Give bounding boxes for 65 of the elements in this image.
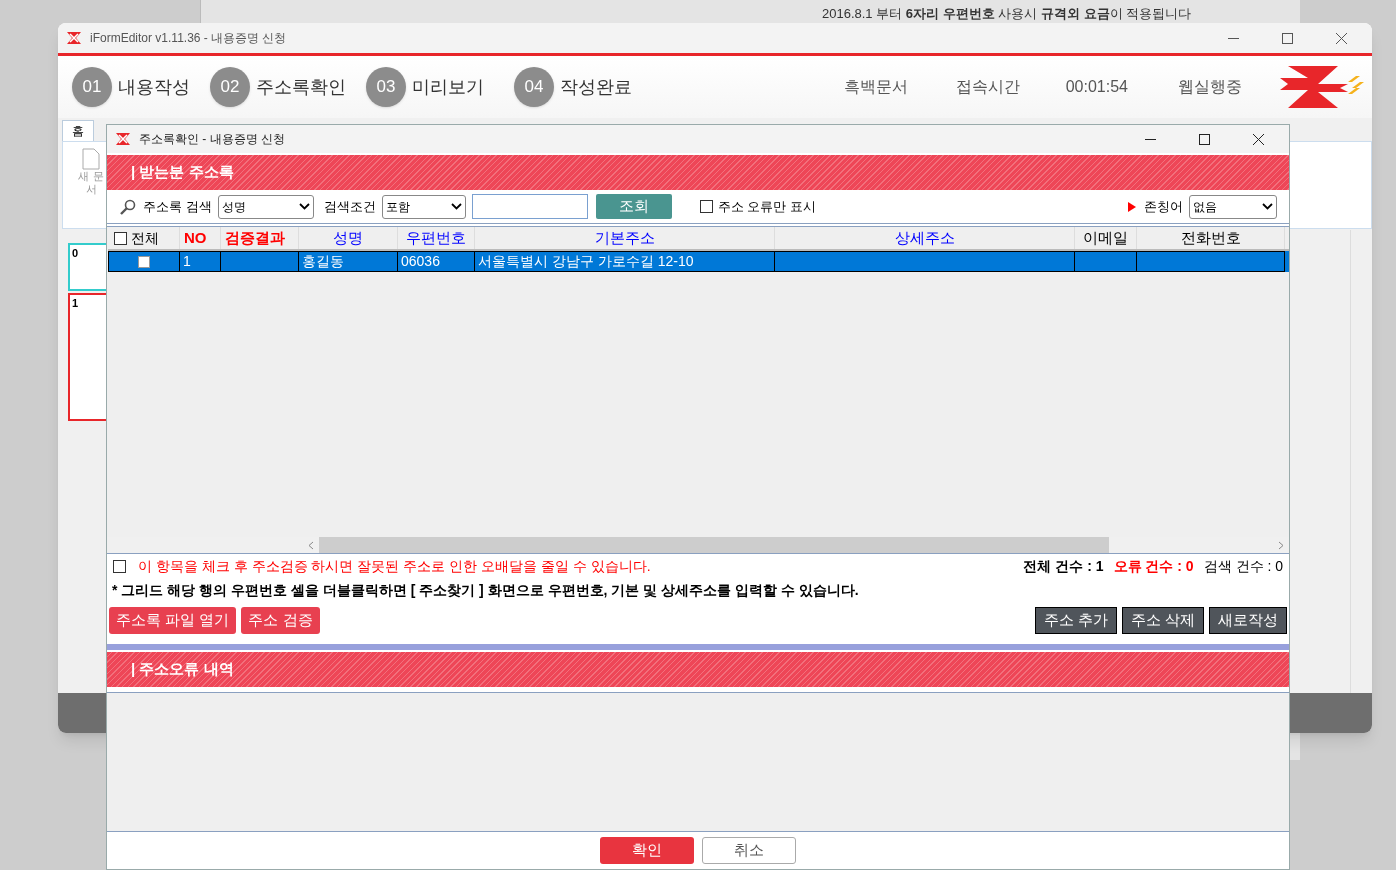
search-field[interactable] [471, 194, 588, 219]
help-text: * 그리드 해당 행의 우편번호 셀을 더블클릭하면 [ 주소찾기 ] 화면으로 우편번호, 기본 및 상세주소를 입력할 수 있습니다. [112, 580, 859, 600]
error-count: 오류 건수 : 0 [1113, 556, 1194, 576]
search-button[interactable]: 조회 [595, 194, 672, 219]
step-label: 내용작성 [118, 75, 190, 99]
dropdown[interactable]: 없음 [1189, 194, 1277, 219]
search-icon [119, 197, 137, 216]
status-text: 00:01:54 [1065, 77, 1128, 97]
chevron-down-icon[interactable] [1262, 203, 1273, 210]
step-badge: 04 [514, 67, 554, 107]
action-button[interactable]: 주소 추가 [1034, 606, 1117, 634]
step-badge: 01 [72, 67, 112, 107]
checkbox[interactable] [114, 231, 127, 245]
action-button[interactable]: 주소 검증 [241, 606, 320, 634]
dialog-title: 주소록확인 - 내용증명 신청 [139, 131, 285, 148]
search-count: 검색 건수 : 0 [1203, 556, 1283, 576]
page-thumbnail[interactable]: 0 [68, 243, 108, 291]
section-title: | 받는분 주소록 [131, 162, 234, 183]
step-badge: 02 [210, 67, 250, 107]
dropdown[interactable]: 포함 [381, 194, 466, 219]
table-row[interactable]: 1 홍길동 06036 서울특별시 강남구 가로수길 12-10 [108, 251, 1289, 272]
column-header[interactable]: 기본주소 [594, 227, 655, 250]
window-title: iFormEditor v1.11.36 - 내용증명 신청 [90, 30, 287, 47]
column-header[interactable]: 상세주소 [894, 227, 955, 250]
home-tab[interactable]: 홈 [62, 120, 94, 142]
chevron-down-icon[interactable] [450, 203, 462, 210]
column-header[interactable]: 이메일 [1083, 227, 1128, 250]
table-cell-text: 1 [183, 252, 191, 271]
action-button[interactable]: 새로작성 [1209, 606, 1287, 634]
condition-label: 검색조건 [323, 197, 376, 216]
section-title: | 주소오류 내역 [131, 659, 234, 680]
checkbox-label: 주소 오류만 표시 [717, 197, 816, 216]
document-icon [82, 148, 100, 170]
step-label: 작성완료 [560, 75, 632, 99]
search-label: 주소록 검색 [143, 197, 212, 216]
app-logo-icon [66, 30, 82, 46]
status-text: 접속시간 [955, 77, 1020, 97]
dialog-button[interactable]: 취소 [702, 837, 796, 864]
action-button[interactable]: 주소록 파일 열기 [109, 606, 237, 634]
notice-text: 2016.8.1 부터 6자리 우편번호 사용시 규격외 요금이 적용됩니다 [822, 5, 1192, 23]
action-button[interactable]: 주소 삭제 [1121, 606, 1204, 634]
dialog-button[interactable]: 확인 [600, 837, 694, 864]
column-header[interactable]: 성명 [333, 227, 363, 250]
total-count: 전체 건수 : 1 [1023, 556, 1104, 576]
step-label: 주소록확인 [256, 75, 346, 99]
step-badge: 03 [366, 67, 406, 107]
column-header[interactable]: 전체 [131, 227, 159, 249]
table-cell-text: 서울특별시 강남구 가로수길 12-10 [478, 252, 694, 271]
column-header[interactable]: 전화번호 [1180, 227, 1241, 250]
notice-text: 이 항목을 체크 후 주소검증 하시면 잘못된 주소로 인한 오배달을 줄일 수 있습니다. [138, 556, 651, 576]
checkbox[interactable] [699, 200, 713, 213]
step-label: 미리보기 [412, 75, 484, 99]
table-cell-text: 06036 [401, 252, 440, 271]
checkbox[interactable] [113, 559, 126, 573]
dropdown[interactable]: 성명 [217, 194, 314, 219]
status-text: 웹실행중 [1178, 77, 1242, 97]
table-cell-text: 홍길동 [302, 252, 344, 271]
marker-icon [1128, 201, 1136, 212]
app-logo-icon [115, 131, 131, 147]
honorific-label: 존칭어 [1144, 197, 1183, 216]
page-thumbnail[interactable]: 1 [68, 293, 108, 421]
checkbox[interactable] [138, 255, 150, 268]
column-header[interactable]: 우편번호 [406, 227, 466, 250]
status-text: 흑백문서 [843, 77, 908, 97]
chevron-down-icon[interactable] [298, 203, 310, 210]
